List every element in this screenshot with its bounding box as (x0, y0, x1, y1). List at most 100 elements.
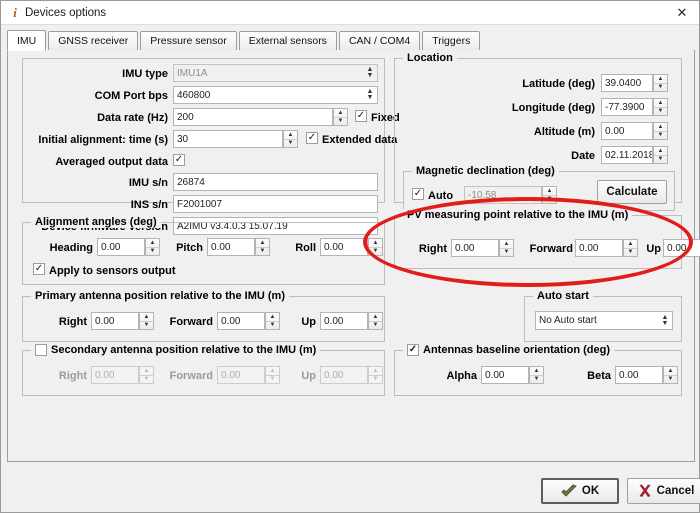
com-port-bps-chevron-updown-icon[interactable]: ▲ ▼ (362, 86, 378, 104)
spinner-up-icon[interactable]: ▲ (369, 239, 382, 248)
date-field[interactable]: 02.11.2018 (601, 146, 653, 164)
spinner-down-icon[interactable]: ▼ (334, 118, 347, 126)
magnetic-declination-spinner[interactable]: ▲ ▼ (542, 186, 557, 204)
spinner-down-icon[interactable]: ▼ (256, 248, 269, 256)
pv-forward-field[interactable]: 0.00 (575, 239, 623, 257)
averaged-output-checkbox[interactable]: ✓ (173, 154, 185, 166)
spinner-up-icon[interactable]: ▲ (654, 75, 667, 84)
auto-start-legend: Auto start (533, 290, 593, 302)
primary-forward-field[interactable]: 0.00 (217, 312, 265, 330)
auto-start-legend-text: Auto start (537, 290, 589, 302)
spinner-down-icon[interactable]: ▼ (543, 196, 556, 204)
longitude-spinner[interactable]: ▲ ▼ (653, 98, 668, 116)
tab-imu[interactable]: IMU (7, 30, 47, 51)
pitch-label: Pitch (176, 242, 203, 254)
spinner-down-icon: ▼ (269, 376, 276, 383)
spinner-up-icon[interactable]: ▲ (654, 99, 667, 108)
secondary-up-field: 0.00 (320, 366, 368, 384)
spinner-down-icon[interactable]: ▼ (284, 140, 297, 148)
initial-alignment-spinner[interactable]: ▲ ▼ (283, 130, 298, 148)
latitude-field[interactable]: 39.0400 (601, 74, 653, 92)
heading-field[interactable]: 0.00 (97, 238, 145, 256)
spinner-up-icon[interactable]: ▲ (256, 239, 269, 248)
fixed-checkbox[interactable]: ✓ (355, 110, 367, 122)
alpha-spinner[interactable]: ▲ ▼ (529, 366, 544, 384)
longitude-field[interactable]: -77.3900 (601, 98, 653, 116)
imu-sn-field[interactable]: 26874 (173, 173, 378, 191)
tab-gnss-receiver[interactable]: GNSS receiver (48, 31, 139, 50)
heading-spinner[interactable]: ▲ ▼ (145, 238, 160, 256)
spinner-up-icon[interactable]: ▲ (530, 367, 543, 376)
data-rate-spinner[interactable]: ▲ ▼ (333, 108, 348, 126)
primary-forward-spinner[interactable]: ▲ ▼ (265, 312, 280, 330)
magnetic-declination-field[interactable]: -10.58 (464, 186, 542, 204)
pv-up-field[interactable]: 0.00 (663, 239, 700, 257)
primary-right-label: Right (58, 316, 87, 328)
spinner-down-icon[interactable]: ▼ (654, 156, 667, 164)
altitude-spinner[interactable]: ▲ ▼ (653, 122, 668, 140)
spinner-down-icon[interactable]: ▼ (654, 84, 667, 92)
beta-field[interactable]: 0.00 (615, 366, 663, 384)
com-port-bps-field[interactable]: 460800 (173, 86, 378, 104)
auto-start-chevron-updown-icon[interactable]: ▲ ▼ (657, 311, 673, 330)
tab-triggers[interactable]: Triggers (422, 31, 481, 50)
spinner-down-icon[interactable]: ▼ (530, 376, 543, 384)
tab-external-sensors[interactable]: External sensors (238, 31, 337, 50)
tab-pressure-sensor[interactable]: Pressure sensor (140, 31, 237, 50)
spinner-down-icon[interactable]: ▼ (266, 322, 279, 330)
close-icon[interactable]: ✕ (665, 1, 699, 24)
primary-forward-label: Forward (169, 316, 213, 328)
primary-up-field[interactable]: 0.00 (320, 312, 368, 330)
spinner-up-icon[interactable]: ▲ (266, 313, 279, 322)
pv-up-label: Up (646, 243, 661, 255)
spinner-up-icon[interactable]: ▲ (654, 147, 667, 156)
imu-settings-group: IMU type IMU1A ▲ ▼ COM Port bps 460800 ▲ ▼… (22, 58, 400, 235)
auto-start-select[interactable]: No Auto start (535, 311, 673, 330)
antennas-baseline-checkbox[interactable]: ✓ (407, 344, 419, 356)
altitude-field[interactable]: 0.00 (601, 122, 653, 140)
roll-field[interactable]: 0.00 (320, 238, 368, 256)
tab-can-com4[interactable]: CAN / COM4 (338, 31, 421, 50)
alpha-field[interactable]: 0.00 (481, 366, 529, 384)
pitch-spinner[interactable]: ▲ ▼ (255, 238, 270, 256)
primary-right-field[interactable]: 0.00 (91, 312, 139, 330)
altitude-label: Altitude (m) (533, 126, 595, 138)
pitch-field[interactable]: 0.00 (207, 238, 255, 256)
pv-right-field[interactable]: 0.00 (451, 239, 499, 257)
averaged-output-label: Averaged output data (55, 156, 168, 168)
spinner-down-icon[interactable]: ▼ (369, 248, 382, 256)
devices-options-window: i Devices options ✕ IMU GNSS receiver Pr… (0, 0, 700, 513)
data-rate-field[interactable]: 200 (173, 108, 333, 126)
apply-to-sensors-checkbox[interactable]: ✓ (33, 263, 45, 275)
magnetic-auto-checkbox[interactable]: ✓ (412, 188, 424, 200)
spinner-up-icon[interactable]: ▲ (664, 367, 677, 376)
spinner-up-icon[interactable]: ▲ (543, 187, 556, 196)
spinner-up-icon[interactable]: ▲ (654, 123, 667, 132)
calculate-button[interactable]: Calculate (597, 180, 667, 204)
spinner-up-icon[interactable]: ▲ (146, 239, 159, 248)
spinner-up-icon: ▲ (369, 367, 382, 376)
roll-spinner[interactable]: ▲ ▼ (368, 238, 383, 256)
initial-alignment-field[interactable]: 30 (173, 130, 283, 148)
primary-up-spinner[interactable]: ▲ ▼ (368, 312, 383, 330)
extended-data-checkbox[interactable]: ✓ (306, 132, 318, 144)
ok-button[interactable]: OK (541, 478, 619, 504)
spinner-down-icon[interactable]: ▼ (146, 248, 159, 256)
secondary-antenna-checkbox[interactable] (35, 344, 47, 356)
ins-sn-field[interactable]: F2001007 (173, 195, 378, 213)
imu-type-chevron-updown-icon[interactable]: ▲ ▼ (362, 64, 378, 82)
spinner-up-icon[interactable]: ▲ (284, 131, 297, 140)
beta-spinner[interactable]: ▲ ▼ (663, 366, 678, 384)
cancel-button[interactable]: Cancel (627, 478, 700, 504)
latitude-spinner[interactable]: ▲ ▼ (653, 74, 668, 92)
spinner-up-icon[interactable]: ▲ (334, 109, 347, 118)
spinner-up-icon[interactable]: ▲ (369, 313, 382, 322)
date-spinner[interactable]: ▲ ▼ (653, 146, 668, 164)
spinner-down-icon[interactable]: ▼ (664, 376, 677, 384)
spinner-down-icon[interactable]: ▼ (654, 108, 667, 116)
calculate-button-label: Calculate (606, 186, 658, 198)
spinner-down-icon[interactable]: ▼ (654, 132, 667, 140)
secondary-right-field: 0.00 (91, 366, 139, 384)
spinner-down-icon[interactable]: ▼ (369, 322, 382, 330)
imu-type-field[interactable]: IMU1A (173, 64, 378, 82)
